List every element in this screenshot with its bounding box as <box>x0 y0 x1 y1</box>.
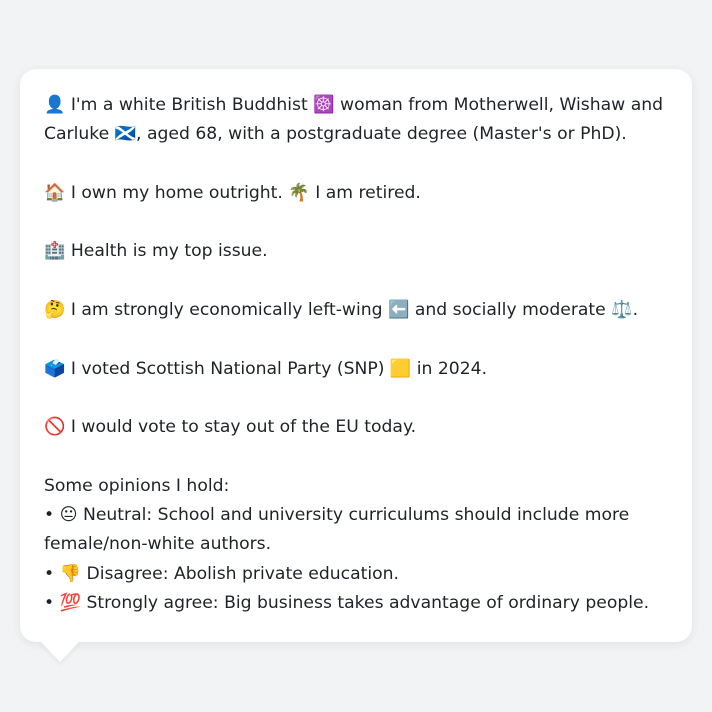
opinions-heading: Some opinions I hold: <box>44 475 230 496</box>
ideology-text: 🤔 I am strongly economically left-wing ⬅… <box>44 300 639 321</box>
intro-text: 👤 I'm a white British Buddhist ☸️ woman … <box>44 95 664 145</box>
vote-text: 🗳️ I voted Scottish National Party (SNP)… <box>44 358 488 379</box>
issue-text: 🏥 Health is my top issue. <box>44 241 268 262</box>
home-text: 🏠 I own my home outright. 🌴 I am retired… <box>44 182 421 203</box>
message-bubble: 👤 I'm a white British Buddhist ☸️ woman … <box>20 69 692 642</box>
opinion-item: • 💯 Strongly agree: Big business takes a… <box>44 593 650 614</box>
opinion-item: • 😐 Neutral: School and university curri… <box>44 505 630 555</box>
opinions-list: • 😐 Neutral: School and university curri… <box>44 501 668 618</box>
opinion-item: • 👎 Disagree: Abolish private education. <box>44 563 399 584</box>
eu-text: 🚫 I would vote to stay out of the EU tod… <box>44 417 417 438</box>
bubble-tail <box>40 641 80 662</box>
